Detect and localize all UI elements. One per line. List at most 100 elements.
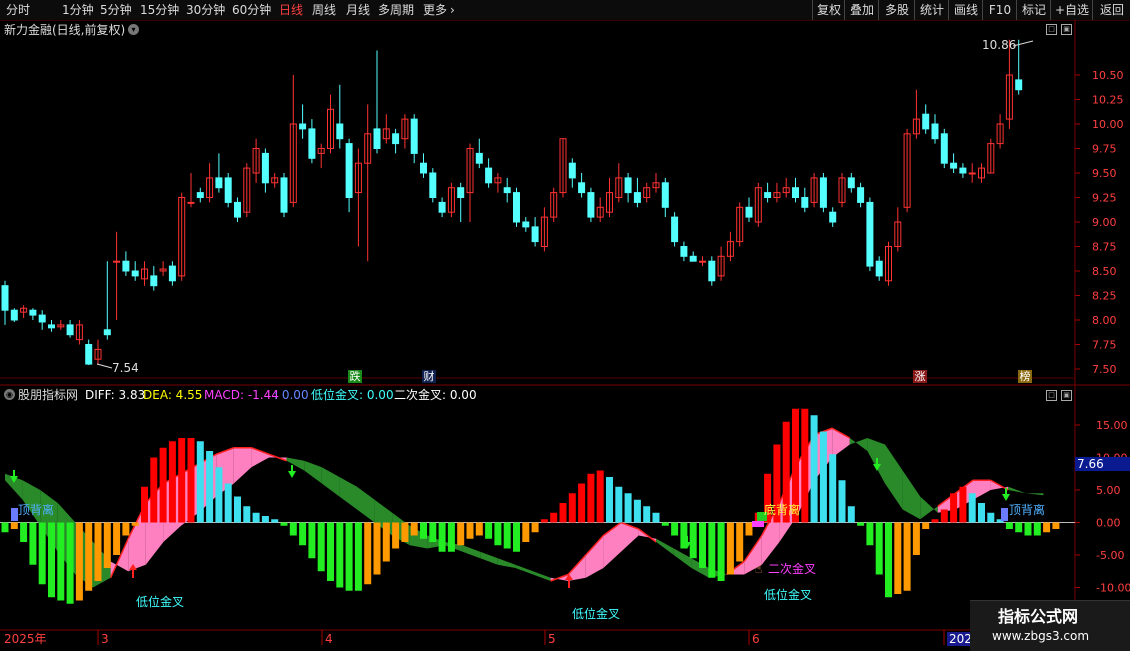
- macd-bar: [940, 509, 948, 523]
- indicator-band-segment: [339, 477, 357, 510]
- annotation-low-cross-3: 低位金叉: [764, 588, 813, 602]
- hand-pointer-icon: ☝: [755, 562, 763, 576]
- candle-body: [689, 255, 697, 262]
- candle: [159, 261, 167, 276]
- macd-bar: [234, 496, 241, 523]
- candle: [196, 187, 204, 203]
- candle: [680, 241, 688, 262]
- macd-bar: [382, 522, 390, 562]
- candle-body: [168, 265, 176, 282]
- candle: [940, 128, 948, 169]
- down-arrow-icon: [288, 465, 296, 478]
- candle: [689, 251, 697, 262]
- indicator-band-segment: [621, 522, 639, 552]
- indicator-band-segment: [357, 486, 375, 523]
- candle-body: [85, 344, 93, 365]
- macd-bar: [568, 493, 576, 523]
- macd-bar: [280, 522, 288, 526]
- candle-body: [457, 187, 465, 198]
- macd-bar: [847, 506, 855, 523]
- macd-bar: [57, 522, 65, 601]
- indicator-band-segment: [286, 457, 305, 471]
- chart-canvas[interactable]: 10.50 10.25 10.00 9.75 9.50 9.25 9.00 8.75 8.50 8…: [0, 0, 1130, 650]
- indicator-band-segment: [849, 438, 868, 451]
- candle: [447, 182, 455, 218]
- candle-body: [10, 309, 18, 321]
- macd-bar: [1015, 522, 1023, 533]
- candle-body: [661, 182, 669, 208]
- candle: [336, 84, 344, 149]
- candle: [382, 114, 390, 144]
- indicator-band-segment: [920, 496, 938, 520]
- candle: [401, 114, 409, 149]
- candle: [522, 217, 530, 232]
- diff-value: DIFF: 3.83: [85, 388, 146, 402]
- dea-value: DEA: 4.55: [143, 388, 203, 402]
- candle-body: [633, 192, 641, 203]
- macd-bar: [206, 451, 214, 523]
- candle: [85, 339, 93, 366]
- candle: [894, 207, 902, 252]
- candle-body: [336, 123, 344, 140]
- candle-body: [187, 201, 195, 204]
- candle: [875, 256, 883, 281]
- macd-bar: [857, 522, 865, 526]
- event-badge-rise[interactable]: 涨: [913, 370, 927, 383]
- candle: [819, 173, 827, 213]
- date-month-3: 3: [101, 632, 109, 646]
- candle: [903, 128, 911, 213]
- candlesticks: [1, 39, 1034, 369]
- candle: [234, 197, 241, 222]
- candle-body: [959, 167, 967, 174]
- candle: [308, 119, 316, 164]
- macd-bar: [522, 522, 530, 542]
- candle-body: [113, 260, 121, 263]
- candle: [345, 138, 353, 213]
- candle: [457, 182, 465, 222]
- candle-body: [866, 201, 874, 267]
- candle: [568, 158, 576, 188]
- macd-bar: [38, 522, 46, 585]
- candle: [764, 182, 772, 203]
- candle: [633, 177, 641, 208]
- indicator-name[interactable]: 股朋指标网: [18, 388, 78, 402]
- event-badge-finance[interactable]: 财: [422, 370, 436, 383]
- price-tick-label: 9.00: [1092, 216, 1117, 229]
- event-badge-rank[interactable]: 榜: [1018, 370, 1032, 383]
- candle-body: [950, 162, 958, 169]
- candle: [224, 173, 232, 208]
- candle-body: [875, 260, 883, 277]
- candle: [475, 138, 483, 169]
- price-tick-label: 8.25: [1092, 290, 1117, 303]
- indicator-settings-icon[interactable]: ◉: [4, 389, 15, 400]
- macd-bar: [689, 522, 697, 559]
- indicator-tick-label: 5.00: [1096, 484, 1121, 497]
- macd-bar: [289, 522, 297, 536]
- macd-bar: [196, 441, 204, 523]
- candle-body: [122, 260, 130, 272]
- macd-bar: [550, 512, 558, 523]
- candle-body: [131, 270, 139, 277]
- candle-body: [745, 206, 753, 218]
- candle: [987, 138, 995, 174]
- macd-bar: [150, 457, 158, 523]
- macd-bar: [903, 522, 911, 591]
- candle-body: [568, 162, 576, 179]
- candle: [215, 153, 223, 193]
- candle: [810, 173, 818, 208]
- price-tick-label: 9.75: [1092, 143, 1117, 156]
- event-badge-drop[interactable]: 跌: [348, 370, 362, 383]
- candle-body: [345, 143, 353, 199]
- macd-bar: [48, 522, 55, 598]
- second-cross-value: 二次金叉: 0.00: [394, 388, 477, 402]
- date-axis: [97, 630, 945, 645]
- candle: [959, 163, 967, 178]
- price-tick-label: 7.50: [1092, 363, 1117, 376]
- indicator-band-segment: [1025, 493, 1044, 496]
- macd-bar: [829, 454, 837, 523]
- macd-bar: [801, 408, 809, 523]
- candle: [438, 197, 446, 218]
- candle: [801, 187, 809, 213]
- candle: [187, 173, 195, 208]
- candle-body: [503, 187, 511, 194]
